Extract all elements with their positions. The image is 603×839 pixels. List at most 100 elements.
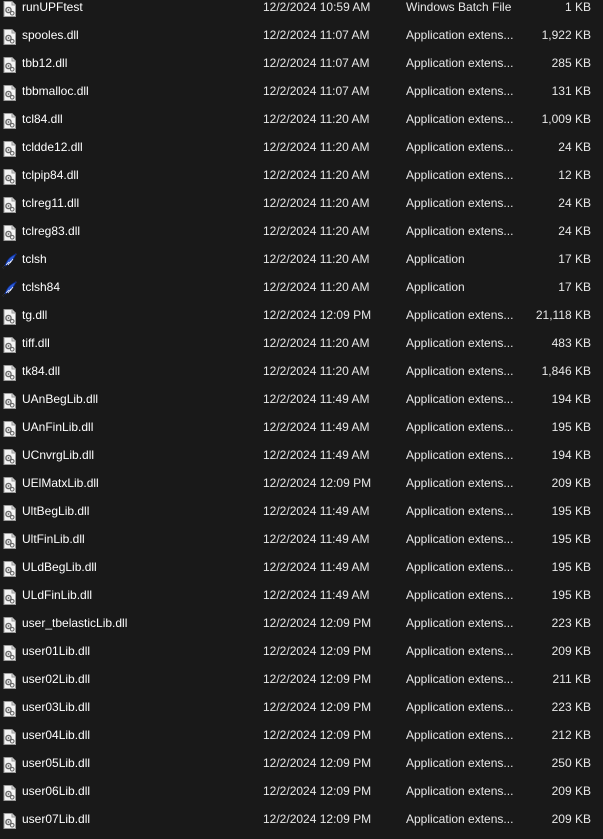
file-name: tclpip84.dll <box>22 168 79 182</box>
file-type: Application extens... <box>406 140 514 154</box>
file-date-modified: 12/2/2024 11:20 AM <box>263 252 370 266</box>
file-date-modified: 12/2/2024 10:59 AM <box>263 0 371 14</box>
file-size: 285 KB <box>551 56 591 70</box>
dll-file-icon <box>2 391 17 409</box>
file-date-modified: 12/2/2024 11:20 AM <box>263 336 370 350</box>
dll-file-icon <box>2 811 17 829</box>
file-name: UElMatxLib.dll <box>22 476 99 490</box>
file-type: Application extens... <box>406 784 514 798</box>
file-type: Application <box>406 252 465 266</box>
file-list: runUPFtest 12/2/2024 10:59 AM Windows Ba… <box>0 0 603 833</box>
file-type: Application extens... <box>406 56 514 70</box>
file-name: tclsh84 <box>22 280 61 294</box>
file-date-modified: 12/2/2024 11:20 AM <box>263 280 370 294</box>
file-row[interactable]: runUPFtest 12/2/2024 10:59 AM Windows Ba… <box>0 0 603 21</box>
file-row[interactable]: tclreg11.dll 12/2/2024 11:20 AM Applicat… <box>0 189 603 217</box>
file-type: Application extens... <box>406 476 514 490</box>
file-row[interactable]: tg.dll 12/2/2024 12:09 PM Application ex… <box>0 301 603 329</box>
file-row[interactable]: UAnFinLib.dll 12/2/2024 11:49 AM Applica… <box>0 413 603 441</box>
file-date-modified: 12/2/2024 12:09 PM <box>263 476 372 490</box>
file-size: 17 KB <box>558 280 591 294</box>
file-type: Application extens... <box>406 84 514 98</box>
dll-file-icon <box>2 419 17 437</box>
file-row[interactable]: tcl84.dll 12/2/2024 11:20 AM Application… <box>0 105 603 133</box>
file-type: Application extens... <box>406 168 514 182</box>
file-date-modified: 12/2/2024 11:49 AM <box>263 588 370 602</box>
file-type: Application extens... <box>406 616 514 630</box>
file-type: Application extens... <box>406 196 514 210</box>
file-size: 131 KB <box>551 84 591 98</box>
file-name: tiff.dll <box>22 336 50 350</box>
file-size: 209 KB <box>551 476 591 490</box>
dll-file-icon <box>2 615 17 633</box>
dll-file-icon <box>2 699 17 717</box>
dll-file-icon <box>2 335 17 353</box>
file-row[interactable]: tbb12.dll 12/2/2024 11:07 AM Application… <box>0 49 603 77</box>
file-date-modified: 12/2/2024 11:20 AM <box>263 140 370 154</box>
file-row[interactable]: tbbmalloc.dll 12/2/2024 11:07 AM Applica… <box>0 77 603 105</box>
file-row[interactable]: UCnvrgLib.dll 12/2/2024 11:49 AM Applica… <box>0 441 603 469</box>
file-date-modified: 12/2/2024 12:09 PM <box>263 616 372 630</box>
file-row[interactable]: user02Lib.dll 12/2/2024 12:09 PM Applica… <box>0 665 603 693</box>
file-row[interactable]: ULdFinLib.dll 12/2/2024 11:49 AM Applica… <box>0 581 603 609</box>
file-row[interactable]: user_tbelasticLib.dll 12/2/2024 12:09 PM… <box>0 609 603 637</box>
file-date-modified: 12/2/2024 12:09 PM <box>263 784 372 798</box>
file-size: 24 KB <box>558 224 591 238</box>
file-row[interactable]: ULdBegLib.dll 12/2/2024 11:49 AM Applica… <box>0 553 603 581</box>
file-size: 483 KB <box>551 336 591 350</box>
file-row[interactable]: user03Lib.dll 12/2/2024 12:09 PM Applica… <box>0 693 603 721</box>
file-row[interactable]: tclreg83.dll 12/2/2024 11:20 AM Applicat… <box>0 217 603 245</box>
file-date-modified: 12/2/2024 11:20 AM <box>263 196 370 210</box>
file-row[interactable]: UAnBegLib.dll 12/2/2024 11:49 AM Applica… <box>0 385 603 413</box>
file-size: 24 KB <box>558 196 591 210</box>
file-row[interactable]: spooles.dll 12/2/2024 11:07 AM Applicati… <box>0 21 603 49</box>
file-name: user_tbelasticLib.dll <box>22 616 128 630</box>
dll-file-icon <box>2 727 17 745</box>
file-type: Application extens... <box>406 644 514 658</box>
file-row[interactable]: UltFinLib.dll 12/2/2024 11:49 AM Applica… <box>0 525 603 553</box>
file-type: Application extens... <box>406 112 514 126</box>
file-type: Application extens... <box>406 812 514 826</box>
file-size: 1,922 KB <box>541 28 591 42</box>
file-type: Application extens... <box>406 756 514 770</box>
file-row[interactable]: tclsh84 12/2/2024 11:20 AM Application 1… <box>0 273 603 301</box>
file-date-modified: 12/2/2024 12:09 PM <box>263 756 372 770</box>
dll-file-icon <box>2 559 17 577</box>
dll-file-icon <box>2 531 17 549</box>
file-name: spooles.dll <box>22 28 79 42</box>
file-row[interactable]: tclpip84.dll 12/2/2024 11:20 AM Applicat… <box>0 161 603 189</box>
file-date-modified: 12/2/2024 11:49 AM <box>263 448 370 462</box>
file-row[interactable]: user05Lib.dll 12/2/2024 12:09 PM Applica… <box>0 749 603 777</box>
file-size: 195 KB <box>551 532 591 546</box>
file-row[interactable]: user06Lib.dll 12/2/2024 12:09 PM Applica… <box>0 777 603 805</box>
file-row[interactable]: tiff.dll 12/2/2024 11:20 AM Application … <box>0 329 603 357</box>
file-size: 17 KB <box>558 252 591 266</box>
file-name: user02Lib.dll <box>22 672 91 686</box>
file-size: 209 KB <box>551 644 591 658</box>
file-name: user03Lib.dll <box>22 700 91 714</box>
file-row[interactable]: tk84.dll 12/2/2024 11:20 AM Application … <box>0 357 603 385</box>
file-type: Application extens... <box>406 392 514 406</box>
file-name: ULdFinLib.dll <box>22 588 93 602</box>
dll-file-icon <box>2 447 17 465</box>
dll-file-icon <box>2 755 17 773</box>
file-row[interactable]: UElMatxLib.dll 12/2/2024 12:09 PM Applic… <box>0 469 603 497</box>
dll-file-icon <box>2 55 17 73</box>
file-date-modified: 12/2/2024 11:07 AM <box>263 28 370 42</box>
file-row[interactable]: UltBegLib.dll 12/2/2024 11:49 AM Applica… <box>0 497 603 525</box>
file-row[interactable]: tcldde12.dll 12/2/2024 11:20 AM Applicat… <box>0 133 603 161</box>
file-row[interactable]: user01Lib.dll 12/2/2024 12:09 PM Applica… <box>0 637 603 665</box>
file-type: Application extens... <box>406 504 514 518</box>
file-date-modified: 12/2/2024 12:09 PM <box>263 644 372 658</box>
file-name: runUPFtest <box>22 0 83 14</box>
file-name: tg.dll <box>22 308 48 322</box>
file-size: 212 KB <box>551 728 591 742</box>
file-name: tclsh <box>22 252 47 266</box>
dll-file-icon <box>2 139 17 157</box>
file-row[interactable]: user04Lib.dll 12/2/2024 12:09 PM Applica… <box>0 721 603 749</box>
dll-file-icon <box>2 503 17 521</box>
dll-file-icon <box>2 643 17 661</box>
file-row[interactable]: tclsh 12/2/2024 11:20 AM Application 17 … <box>0 245 603 273</box>
file-row[interactable]: user07Lib.dll 12/2/2024 12:09 PM Applica… <box>0 805 603 833</box>
file-date-modified: 12/2/2024 11:07 AM <box>263 84 370 98</box>
